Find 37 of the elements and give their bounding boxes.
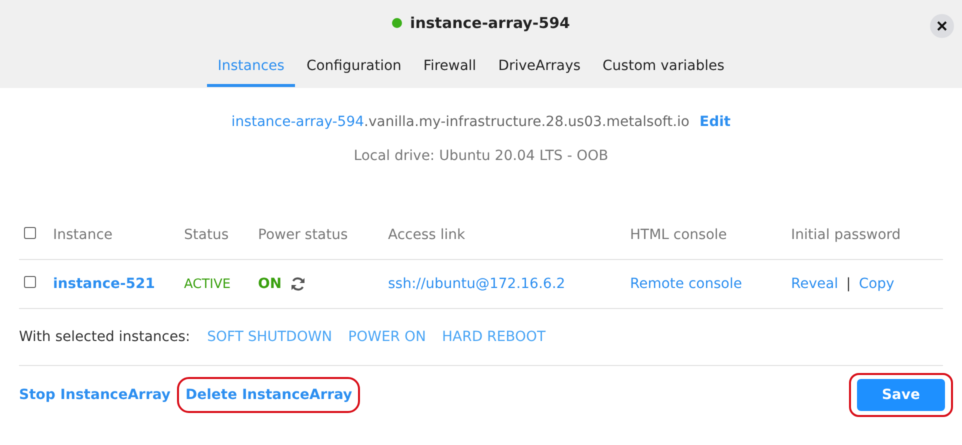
separator-text: |	[846, 276, 851, 292]
status-text: ACTIVE	[184, 277, 231, 292]
status-dot	[392, 18, 402, 28]
tab[interactable]: DriveArrays	[487, 52, 592, 87]
hostname-link[interactable]: instance-array-594	[231, 114, 364, 130]
close-icon[interactable]	[937, 21, 947, 31]
access-link[interactable]: ssh://ubuntu@172.16.6.2	[388, 276, 566, 292]
bulk-action-link[interactable]: HARD REBOOT	[442, 329, 546, 345]
instance-link[interactable]: instance-521	[53, 276, 156, 292]
bulk-action-link[interactable]: POWER ON	[348, 329, 426, 345]
edit-link[interactable]: Edit	[700, 114, 731, 130]
reveal-link[interactable]: Reveal	[791, 276, 838, 292]
power-status-text: ON	[258, 276, 282, 292]
column-header: Instance	[53, 226, 113, 242]
column-header: HTML console	[630, 226, 727, 242]
column-header: Access link	[388, 226, 466, 242]
tab[interactable]: Custom variables	[592, 52, 736, 87]
local-drive-text: Local drive: Ubuntu 20.04 LTS - OOB	[352, 148, 610, 164]
save-button[interactable]: Save	[856, 379, 945, 411]
bulk-label: With selected instances:	[19, 329, 190, 345]
hostname-text: .vanilla.my-infrastructure.28.us03.metalsoft.io	[364, 114, 690, 130]
bulk-action-link[interactable]: SOFT SHUTDOWN	[207, 329, 332, 345]
footer-link[interactable]: Delete InstanceArray	[185, 387, 352, 403]
tab[interactable]: Firewall	[412, 52, 488, 87]
remote-console-link[interactable]: Remote console	[630, 276, 742, 292]
checkbox[interactable]	[24, 226, 36, 238]
column-header: Power status	[258, 226, 348, 242]
column-header: Initial password	[791, 226, 901, 242]
refresh-icon[interactable]	[290, 276, 306, 292]
column-header: Status	[184, 226, 229, 242]
window-title: instance-array-594	[410, 14, 570, 32]
footer-link[interactable]: Stop InstanceArray	[19, 387, 170, 403]
copy-link[interactable]: Copy	[858, 276, 894, 292]
tab[interactable]: Instances	[206, 52, 296, 87]
close-button[interactable]	[930, 14, 954, 38]
checkbox[interactable]	[24, 276, 36, 288]
tab[interactable]: Configuration	[295, 52, 412, 87]
